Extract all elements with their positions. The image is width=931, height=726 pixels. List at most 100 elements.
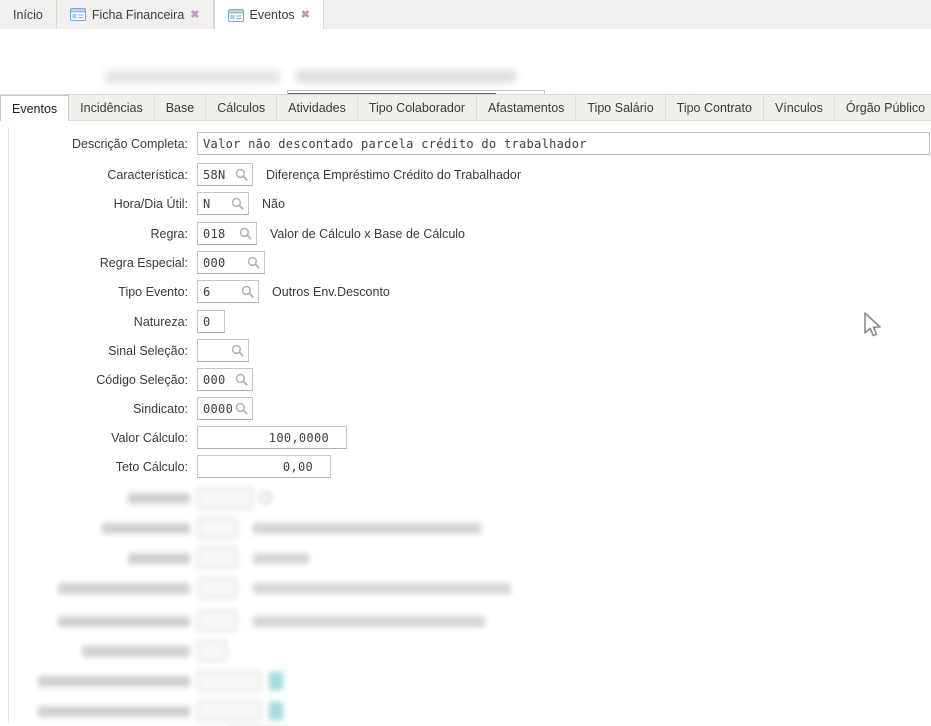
- form-icon: [69, 8, 86, 21]
- field-value: 100,0000: [268, 430, 329, 445]
- field-description: Não: [262, 196, 285, 211]
- window-tab-eventos[interactable]: Eventos ✖: [213, 0, 324, 30]
- magnifier-icon[interactable]: [235, 373, 249, 387]
- magnifier-icon[interactable]: [241, 285, 255, 299]
- form-row: Regra: 018 Valor de Cálculo x Base de Cál…: [0, 222, 465, 245]
- form-tab-incidencias[interactable]: Incidências: [69, 95, 155, 120]
- field-description: Valor de Cálculo x Base de Cálculo: [270, 226, 466, 241]
- form-row: Hora/Dia Útil: N Não: [0, 192, 285, 215]
- field-label: Regra Especial:: [99, 255, 188, 270]
- magnifier-icon[interactable]: [235, 168, 249, 182]
- field-input-8[interactable]: 000: [197, 368, 253, 391]
- field-label: Natureza:: [133, 314, 188, 329]
- form-tab-strip: Eventos Incidências Base Cálculos Atividades…: [0, 94, 931, 121]
- form-row: Sinal Seleção:: [0, 339, 249, 362]
- form-tab-vinculos[interactable]: Vínculos: [764, 95, 835, 120]
- form-tab-label: Tipo Salário: [587, 100, 654, 115]
- form-tab-tipo-salario[interactable]: Tipo Salário: [576, 95, 666, 120]
- form-tab-afastamentos[interactable]: Afastamentos: [477, 95, 577, 120]
- field-description: Diferença Empréstimo Crédito do Trabalha…: [266, 167, 521, 182]
- magnifier-icon[interactable]: [239, 227, 253, 241]
- form-tab-label: Afastamentos: [487, 100, 565, 115]
- field-label: Sinal Seleção:: [108, 343, 188, 358]
- field-input-7[interactable]: [197, 339, 249, 362]
- close-icon[interactable]: ✖: [190, 9, 199, 21]
- form-tab-label: Cálculos: [217, 100, 266, 115]
- window-tab-ficha-financeira[interactable]: Ficha Financeira ✖: [57, 0, 214, 29]
- field-input-11[interactable]: 0,00: [197, 455, 331, 478]
- form-tab-tipo-colaborador[interactable]: Tipo Colaborador: [358, 95, 477, 120]
- form-row: Tipo Evento: 6 Outros Env.Desconto: [0, 280, 390, 303]
- field-value: 000: [203, 255, 226, 270]
- window-tab-bar: Início Ficha Financeira ✖ Eventos ✖: [0, 0, 931, 30]
- window-tab-label: Eventos: [249, 8, 295, 22]
- field-value: 0,00: [282, 459, 313, 474]
- form-row: Regra Especial: 000: [0, 251, 265, 274]
- field-label: Teto Cálculo:: [115, 459, 188, 474]
- field-input-2[interactable]: N: [197, 192, 249, 215]
- form-tab-base[interactable]: Base: [155, 95, 207, 120]
- form-tab-label: Tipo Colaborador: [368, 100, 465, 115]
- form-tab-orgao-publico[interactable]: Órgão Público: [835, 95, 931, 120]
- form-row: Natureza: 0: [0, 310, 225, 333]
- redacted-form-row: [0, 517, 931, 541]
- form-row: Teto Cálculo: 0,00: [0, 455, 331, 478]
- form-row: Valor Cálculo: 100,0000: [0, 426, 347, 449]
- redacted-form-row: [0, 577, 931, 601]
- redacted-form-row: [0, 670, 931, 694]
- redacted-form-row: [0, 610, 931, 634]
- magnifier-icon[interactable]: [235, 402, 249, 416]
- redacted-form-row: [0, 547, 931, 571]
- magnifier-icon[interactable]: [231, 197, 245, 211]
- form-tab-atividades[interactable]: Atividades: [277, 95, 358, 120]
- field-value: 018: [203, 226, 226, 241]
- field-input-4[interactable]: 000: [197, 251, 265, 274]
- field-label: Regra:: [150, 226, 188, 241]
- field-value: 000: [203, 372, 226, 387]
- field-input-10[interactable]: 100,0000: [197, 426, 347, 449]
- form-tab-label: Base: [165, 100, 195, 115]
- record-header: Vlr Não Desc. Cred. Traba: [0, 29, 931, 118]
- field-label: Descrição Completa:: [71, 136, 188, 151]
- field-label: Tipo Evento:: [118, 284, 188, 299]
- event-form: Descrição Completa: Valor não descontado …: [0, 121, 931, 726]
- form-tab-eventos[interactable]: Eventos: [0, 95, 70, 121]
- field-input-5[interactable]: 6: [197, 280, 259, 303]
- form-icon: [227, 8, 244, 22]
- field-input-6[interactable]: 0: [197, 310, 225, 333]
- redacted-field-label: [105, 70, 280, 84]
- form-tab-label: Vínculos: [774, 100, 823, 115]
- redacted-form-row: [0, 487, 931, 511]
- form-tab-label: Atividades: [288, 100, 346, 115]
- redacted-form-row: [0, 640, 931, 664]
- form-row: Sindicato: 0000: [0, 397, 253, 420]
- field-value: 58N: [203, 167, 226, 182]
- field-input-9[interactable]: 0000: [197, 397, 253, 420]
- field-value: Valor não descontado parcela crédito do …: [203, 136, 587, 151]
- field-input-1[interactable]: 58N: [197, 163, 253, 186]
- field-value: 6: [203, 284, 211, 299]
- field-value: N: [203, 196, 211, 211]
- window-tab-inicio[interactable]: Início: [0, 0, 57, 29]
- window-tab-label: Ficha Financeira: [91, 7, 185, 22]
- redacted-form-row: [0, 722, 931, 726]
- form-tab-label: Órgão Público: [845, 100, 926, 115]
- redacted-form-row: [0, 700, 931, 724]
- form-tab-tipo-contrato[interactable]: Tipo Contrato: [666, 95, 764, 120]
- close-icon[interactable]: ✖: [301, 9, 310, 21]
- form-row: Código Seleção: 000: [0, 368, 253, 391]
- magnifier-icon[interactable]: [231, 344, 245, 358]
- window-tab-label: Início: [13, 7, 43, 22]
- field-input-3[interactable]: 018: [197, 222, 257, 245]
- form-tab-label: Eventos: [12, 101, 58, 116]
- field-description: Outros Env.Desconto: [272, 284, 390, 299]
- field-input-0[interactable]: Valor não descontado parcela crédito do …: [197, 132, 930, 155]
- application-window: Início Ficha Financeira ✖ Eventos ✖ Vlr Nã…: [0, 0, 931, 726]
- field-label: Característica:: [107, 167, 188, 182]
- field-label: Sindicato:: [133, 401, 188, 416]
- field-value: 0: [203, 314, 211, 329]
- form-tab-label: Incidências: [80, 100, 143, 115]
- form-row: Descrição Completa: Valor não descontado …: [0, 132, 930, 155]
- magnifier-icon[interactable]: [247, 256, 261, 270]
- form-tab-calculos[interactable]: Cálculos: [206, 95, 278, 120]
